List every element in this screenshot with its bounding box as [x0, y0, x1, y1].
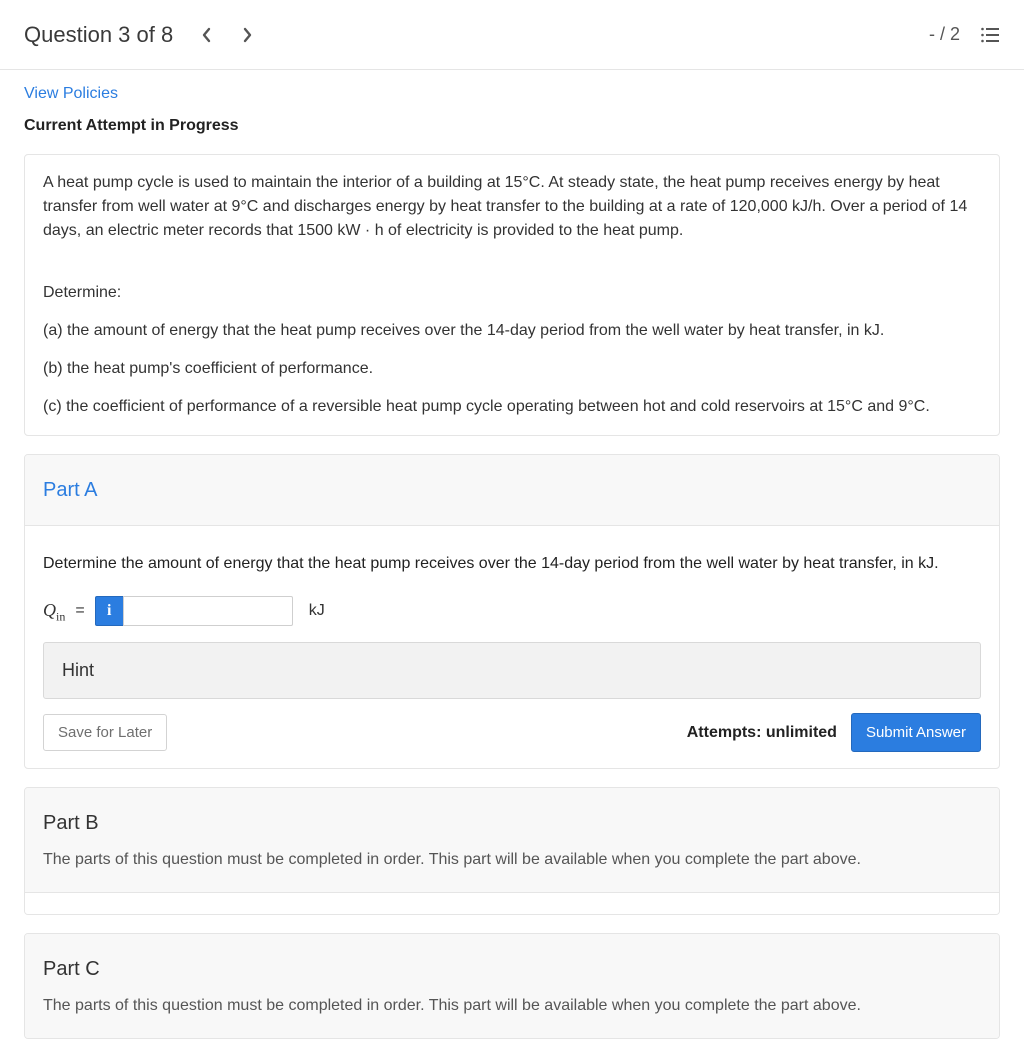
- question-title: Question 3 of 8: [24, 18, 173, 51]
- attempts-label: Attempts: unlimited: [687, 721, 837, 745]
- part-b-locked-message: The parts of this question must be compl…: [43, 848, 981, 872]
- part-a-prompt: Determine the amount of energy that the …: [43, 552, 981, 576]
- part-c-title: Part C: [43, 954, 981, 984]
- answer-input[interactable]: [123, 596, 293, 626]
- variable-symbol: Qin: [43, 597, 65, 626]
- part-b-title: Part B: [43, 808, 981, 838]
- problem-part-a: (a) the amount of energy that the heat p…: [43, 319, 981, 343]
- score-display: - / 2: [929, 21, 960, 48]
- part-b-panel: Part B The parts of this question must b…: [24, 787, 1000, 915]
- prev-question-button[interactable]: [201, 26, 213, 44]
- view-policies-link[interactable]: View Policies: [24, 85, 118, 102]
- question-list-icon[interactable]: [980, 26, 1000, 44]
- part-a-panel: Part A Determine the amount of energy th…: [24, 454, 1000, 769]
- problem-intro: A heat pump cycle is used to maintain th…: [43, 171, 981, 243]
- problem-part-b: (b) the heat pump's coefficient of perfo…: [43, 357, 981, 381]
- save-for-later-button[interactable]: Save for Later: [43, 714, 167, 751]
- next-question-button[interactable]: [241, 26, 253, 44]
- question-header: Question 3 of 8 - / 2: [0, 0, 1024, 70]
- part-c-panel: Part C The parts of this question must b…: [24, 933, 1000, 1039]
- equals-sign: =: [75, 599, 84, 623]
- part-c-locked-message: The parts of this question must be compl…: [43, 994, 981, 1018]
- hint-button[interactable]: Hint: [43, 642, 981, 699]
- problem-part-c: (c) the coefficient of performance of a …: [43, 395, 981, 419]
- problem-determine: Determine:: [43, 281, 981, 305]
- answer-input-row: Qin = i kJ: [43, 596, 981, 626]
- unit-label: kJ: [309, 599, 325, 623]
- submit-answer-button[interactable]: Submit Answer: [851, 713, 981, 752]
- info-icon[interactable]: i: [95, 596, 123, 626]
- attempt-status: Current Attempt in Progress: [24, 114, 1000, 138]
- part-a-title: Part A: [43, 475, 981, 505]
- problem-statement-panel: A heat pump cycle is used to maintain th…: [24, 154, 1000, 436]
